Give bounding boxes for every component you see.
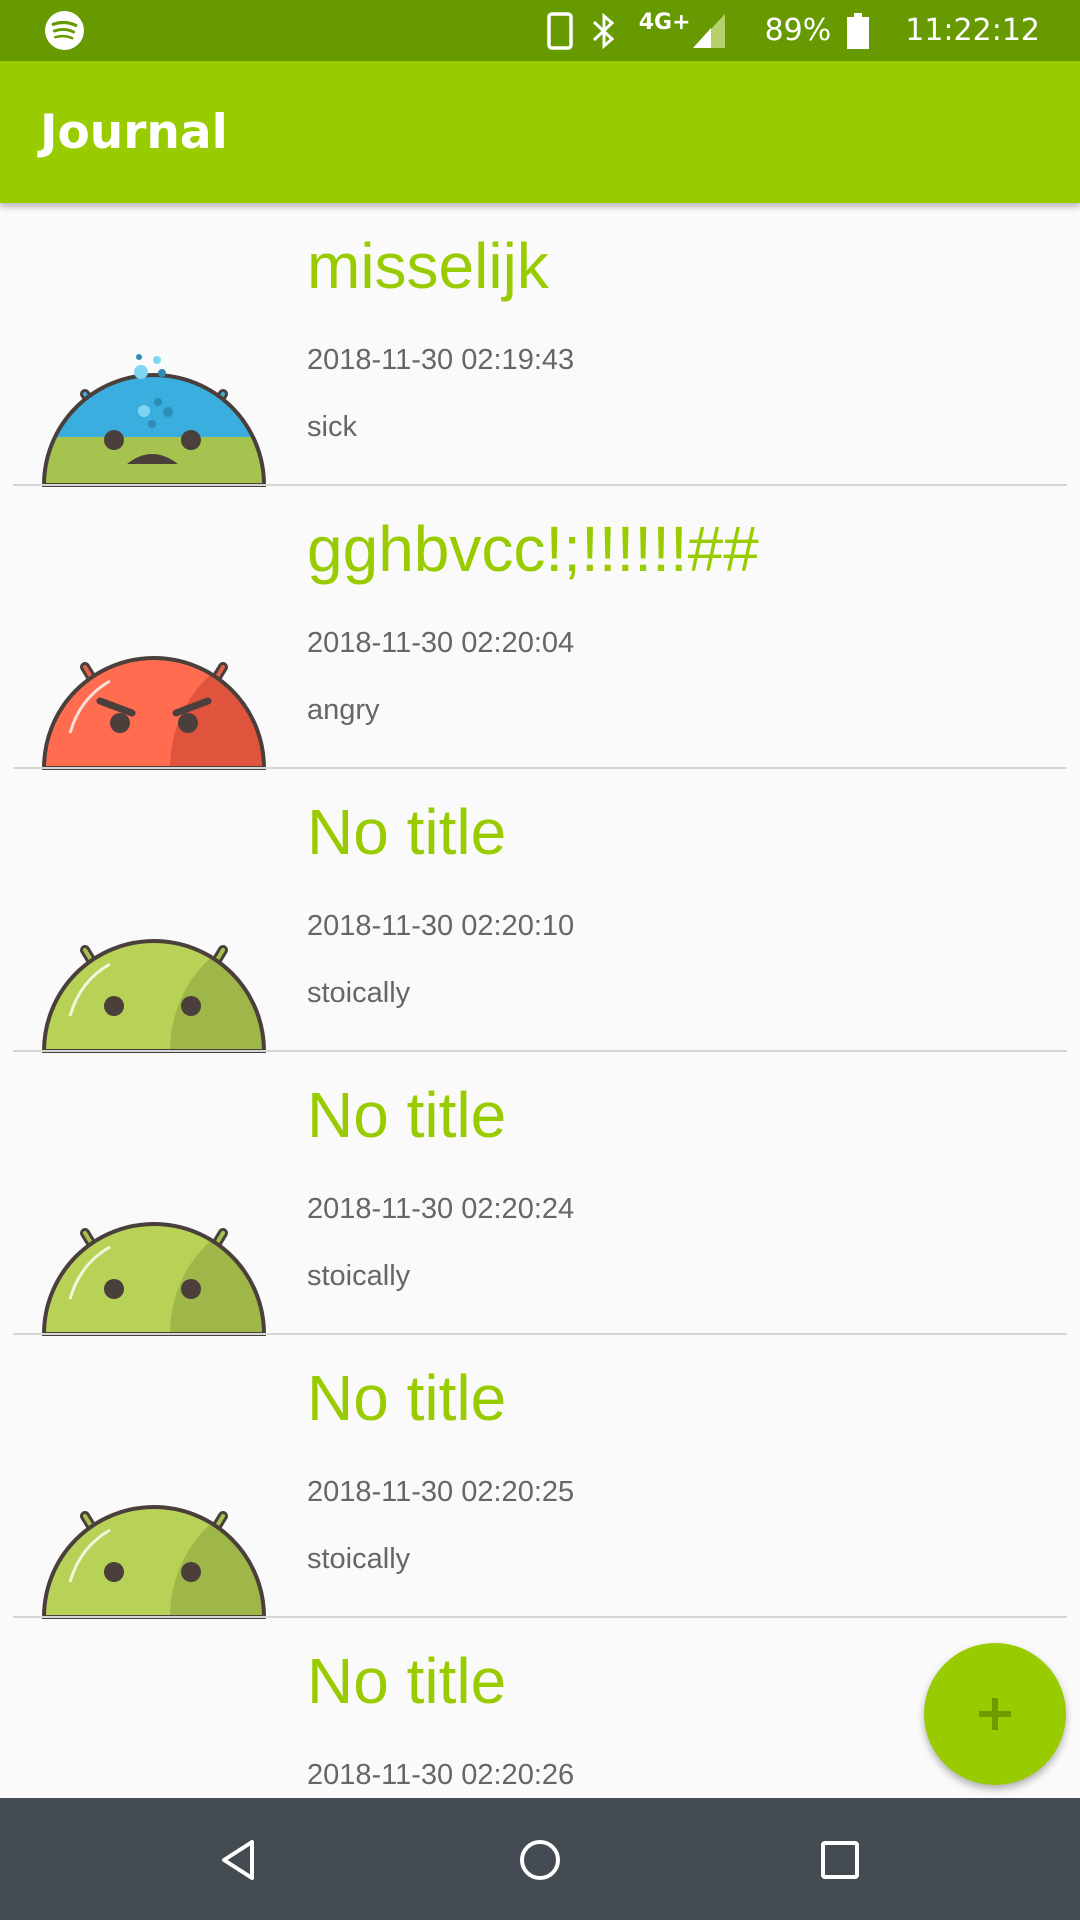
page-title: Journal: [40, 105, 228, 160]
entry-title: No title: [307, 1362, 507, 1434]
list-item[interactable]: gghbvcc!;!!!!!!## 2018-11-30 02:20:04 an…: [0, 486, 1080, 770]
sick-android-icon: [41, 354, 267, 487]
entry-title: No title: [307, 796, 507, 868]
list-item[interactable]: misselijk 2018-11-30 02:19:43 sick: [0, 203, 1080, 487]
entry-title: No title: [307, 1645, 507, 1717]
app-bar: Journal: [0, 61, 1080, 203]
clock: 11:22:12: [905, 13, 1040, 48]
signal-icon: [692, 13, 725, 48]
list-item[interactable]: No title 2018-11-30 02:20:24 stoically: [0, 1052, 1080, 1336]
entry-mood: stoically: [307, 977, 411, 1009]
entry-date: 2018-11-30 02:20:26: [307, 1759, 575, 1791]
navigation-bar: [0, 1798, 1080, 1920]
stoic-android-icon: [41, 1222, 267, 1336]
entry-title: No title: [307, 1079, 507, 1151]
entry-date: 2018-11-30 02:20:25: [307, 1476, 575, 1508]
bluetooth-icon: [592, 12, 614, 49]
phone-icon: [547, 11, 573, 50]
entry-mood: angry: [307, 694, 380, 726]
list-item[interactable]: No title 2018-11-30 02:20:26: [0, 1618, 1080, 1798]
battery-icon: [847, 12, 870, 49]
angry-android-icon: [41, 656, 267, 770]
stoic-android-icon: [41, 939, 267, 1053]
battery-percent: 89%: [764, 13, 832, 48]
entry-mood: sick: [307, 411, 357, 443]
entry-mood: stoically: [307, 1543, 411, 1575]
recents-icon[interactable]: [816, 1836, 864, 1884]
stoic-android-icon: [41, 1505, 267, 1619]
spotify-icon: [45, 11, 84, 50]
list-item[interactable]: No title 2018-11-30 02:20:25 stoically: [0, 1335, 1080, 1619]
entry-date: 2018-11-30 02:20:10: [307, 910, 575, 942]
home-icon[interactable]: [516, 1836, 564, 1884]
status-bar: 4G+ 89% 11:22:12: [0, 0, 1080, 61]
entry-date: 2018-11-30 02:20:24: [307, 1193, 575, 1225]
back-icon[interactable]: [216, 1836, 264, 1884]
entry-date: 2018-11-30 02:19:43: [307, 344, 575, 376]
plus-icon: [979, 1698, 1011, 1730]
network-type: 4G+: [638, 10, 691, 35]
entry-date: 2018-11-30 02:20:04: [307, 627, 575, 659]
entry-title: gghbvcc!;!!!!!!##: [307, 513, 759, 585]
list-item[interactable]: No title 2018-11-30 02:20:10 stoically: [0, 769, 1080, 1053]
entry-title: misselijk: [307, 230, 549, 302]
entry-mood: stoically: [307, 1260, 411, 1292]
add-entry-button[interactable]: [924, 1643, 1066, 1785]
journal-list[interactable]: misselijk 2018-11-30 02:19:43 sick gghbv…: [0, 203, 1080, 1798]
